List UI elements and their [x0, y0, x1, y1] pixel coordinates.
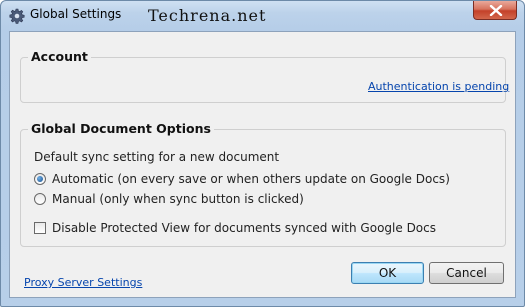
radio-manual[interactable]: Manual (only when sync button is clicked…	[34, 192, 304, 206]
account-group: Account Authentication is pending	[20, 49, 509, 103]
watermark-text: Techrena.net	[148, 6, 267, 25]
settings-window: Global Settings Techrena.net Account Aut…	[0, 0, 525, 307]
radio-automatic[interactable]: Automatic (on every save or when others …	[34, 172, 450, 186]
document-options-heading: Global Document Options	[28, 121, 214, 136]
window-title: Global Settings	[30, 7, 122, 21]
gear-icon	[9, 8, 25, 24]
account-heading: Account	[28, 49, 91, 64]
sync-setting-label: Default sync setting for a new document	[34, 150, 280, 164]
title-bar[interactable]: Global Settings Techrena.net	[1, 1, 524, 29]
protected-view-label: Disable Protected View for documents syn…	[52, 221, 436, 235]
radio-automatic-label: Automatic (on every save or when others …	[52, 172, 450, 186]
close-button[interactable]	[473, 1, 517, 20]
protected-view-checkbox[interactable]: Disable Protected View for documents syn…	[34, 221, 436, 235]
authentication-link[interactable]: Authentication is pending	[368, 80, 509, 93]
dialog-body: Account Authentication is pending Global…	[9, 31, 516, 298]
document-options-group: Global Document Options Default sync set…	[20, 121, 506, 247]
proxy-settings-link[interactable]: Proxy Server Settings	[24, 276, 142, 289]
cancel-button[interactable]: Cancel	[429, 262, 504, 284]
protected-view-check[interactable]	[34, 222, 46, 234]
close-icon	[489, 5, 503, 16]
radio-automatic-button[interactable]	[34, 173, 46, 185]
ok-button[interactable]: OK	[351, 262, 424, 284]
radio-manual-label: Manual (only when sync button is clicked…	[52, 192, 304, 206]
radio-manual-button[interactable]	[34, 193, 46, 205]
